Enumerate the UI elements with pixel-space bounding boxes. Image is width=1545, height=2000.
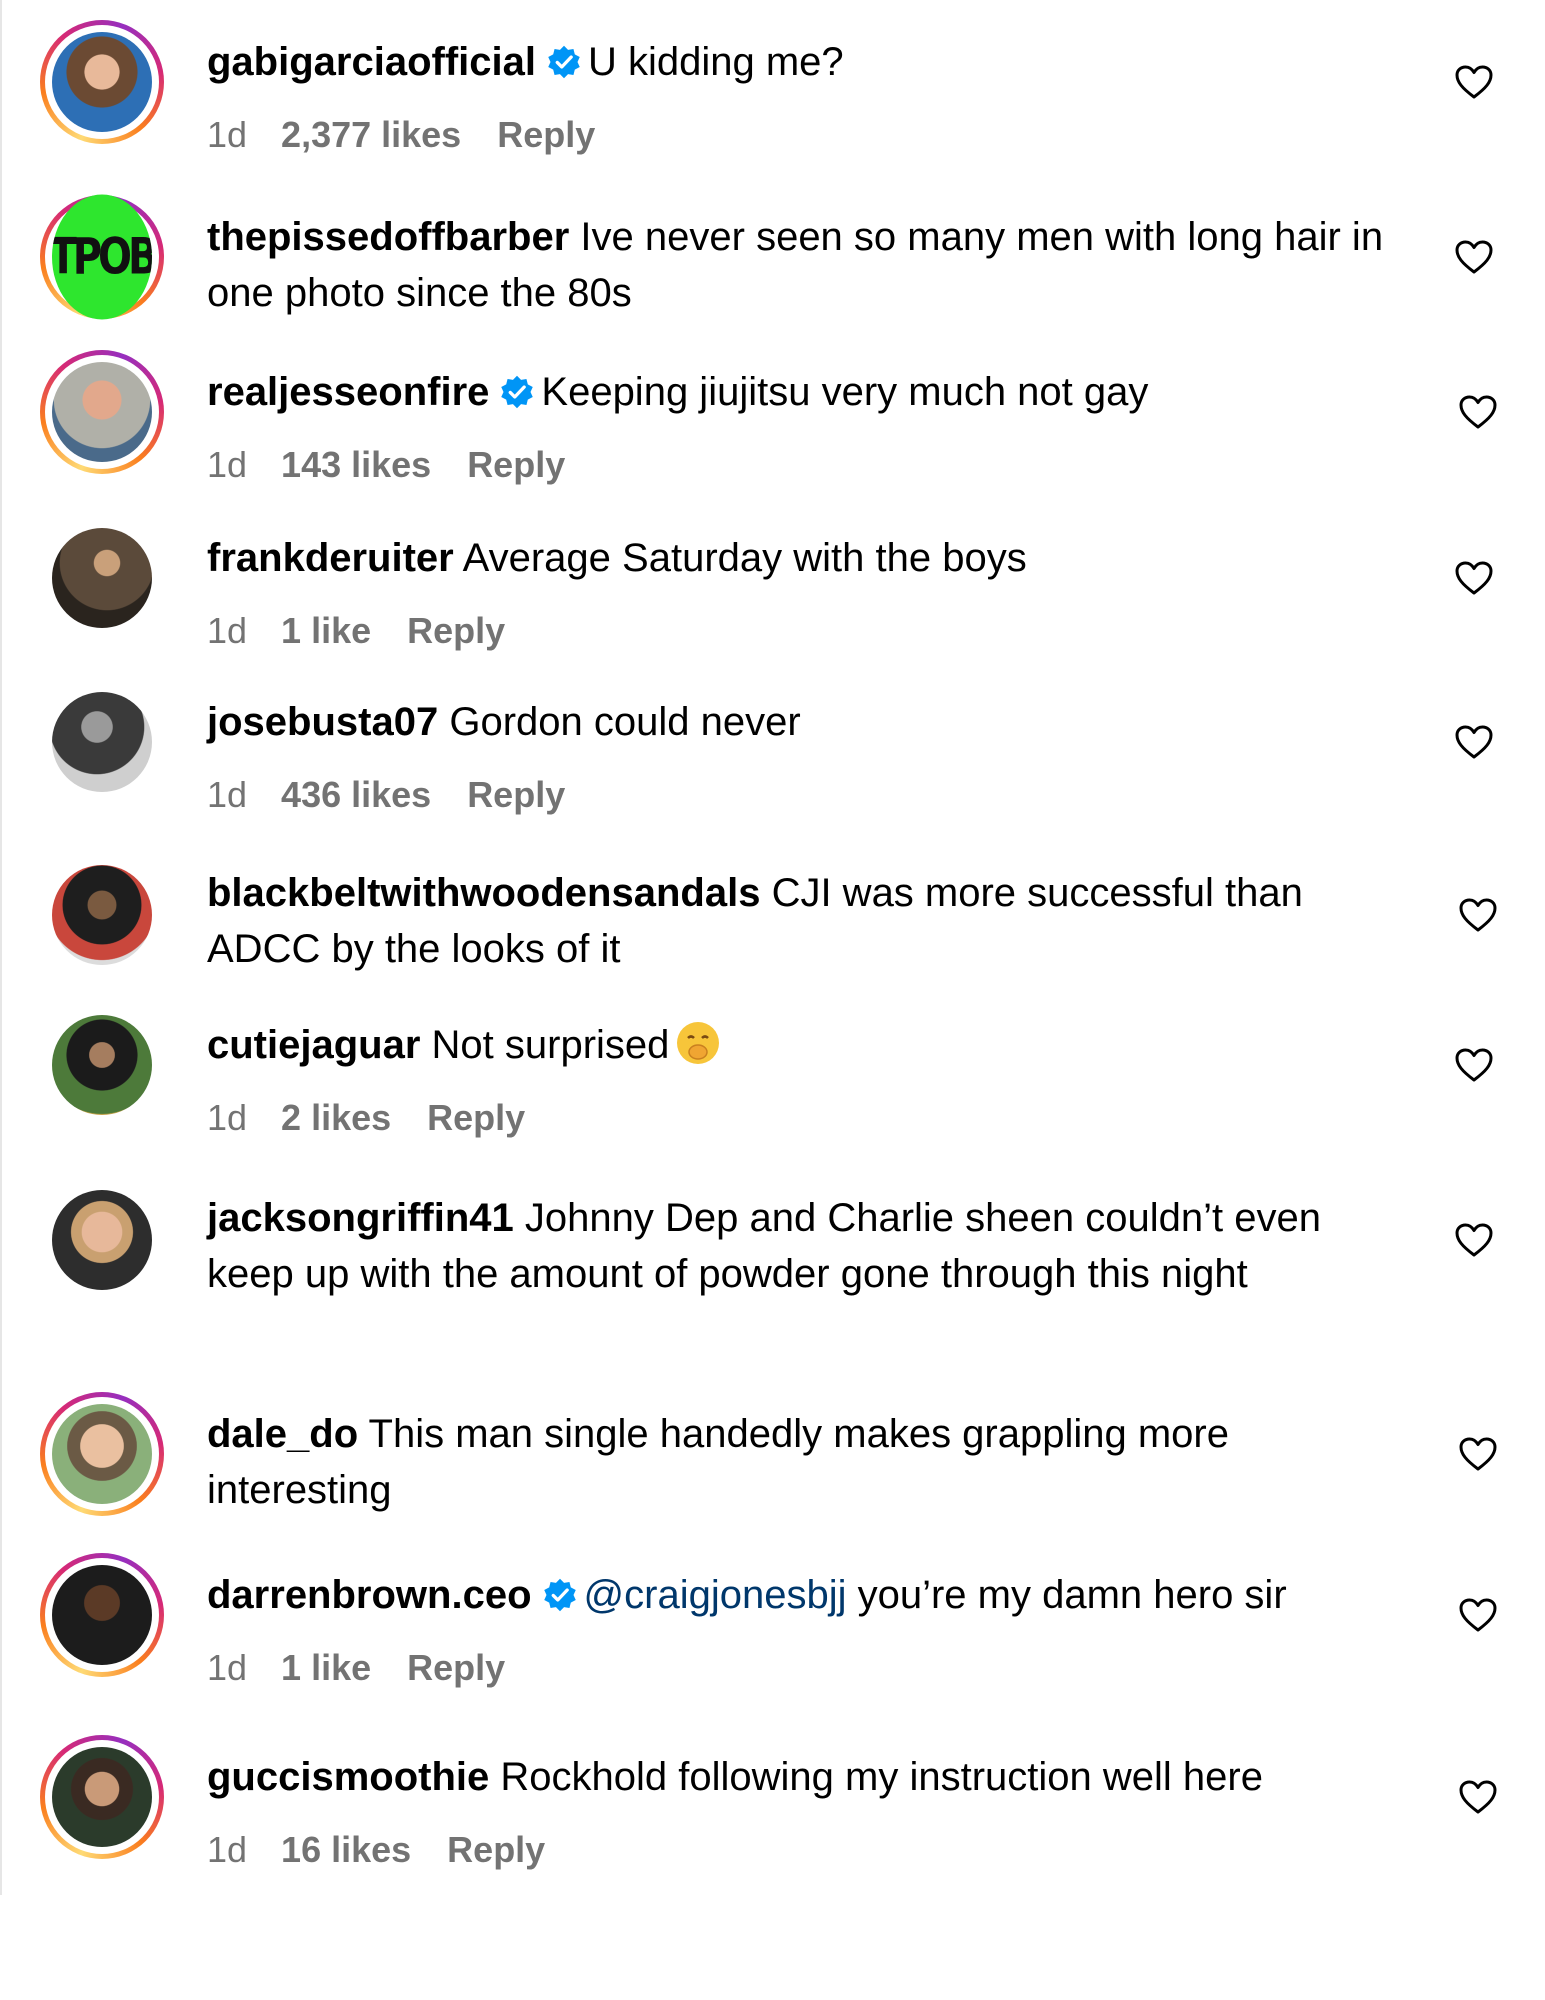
comment-text: Not surprised	[431, 1023, 670, 1067]
comment-likes[interactable]: 436 likes	[281, 774, 431, 815]
reply-button[interactable]: Reply	[497, 114, 595, 155]
heart-outline-icon[interactable]	[1458, 394, 1498, 430]
comment-likes[interactable]: 16 likes	[281, 1829, 411, 1870]
verified-badge-icon	[543, 1578, 576, 1612]
comment-likes[interactable]: 2 likes	[281, 1097, 391, 1138]
verified-badge-icon	[548, 45, 580, 79]
heart-outline-icon[interactable]	[1458, 1779, 1498, 1815]
comment-text: Rockhold following my instruction well h…	[500, 1755, 1263, 1799]
comment-username[interactable]: blackbeltwithwoodensandals	[207, 871, 760, 915]
comment-meta: 1d 1 like Reply	[207, 610, 505, 652]
face-with-hand-over-mouth-emoji	[677, 1022, 720, 1064]
comment-username[interactable]: josebusta07	[207, 700, 438, 744]
avatar[interactable]: TPOB	[40, 194, 164, 320]
heart-outline-icon[interactable]	[1454, 560, 1494, 596]
comment-time: 1d	[207, 1647, 248, 1688]
reply-button[interactable]: Reply	[467, 444, 565, 485]
heart-outline-icon[interactable]	[1458, 1436, 1498, 1472]
comments-panel: gabigarciaofficial U kidding me? 1d 2,377 …	[0, 0, 1545, 1895]
avatar[interactable]	[40, 350, 164, 474]
heart-outline-icon[interactable]	[1454, 239, 1494, 275]
comment-username[interactable]: frankderuiter	[207, 536, 454, 580]
comment-time: 1d	[207, 774, 248, 815]
comment-meta: 1d 2 likes Reply	[207, 1097, 525, 1139]
comment-meta: 1d 143 likes Reply	[207, 444, 565, 486]
reply-button[interactable]: Reply	[467, 774, 565, 815]
comment-text: you’re my damn hero sir	[857, 1573, 1287, 1617]
comment-text: This man single handedly makes grappling…	[207, 1412, 1229, 1512]
heart-outline-icon[interactable]	[1454, 1222, 1494, 1258]
comment-username[interactable]: gabigarciaofficial	[207, 40, 536, 84]
comment-meta: 1d 2,377 likes Reply	[207, 114, 595, 156]
comment-username[interactable]: guccismoothie	[207, 1755, 489, 1799]
avatar[interactable]	[40, 20, 164, 144]
comment-time: 1d	[207, 1829, 248, 1870]
reply-button[interactable]: Reply	[407, 610, 505, 651]
heart-outline-icon[interactable]	[1454, 724, 1494, 760]
heart-outline-icon[interactable]	[1458, 897, 1498, 933]
comment-meta: 1d 1 like Reply	[207, 1647, 505, 1689]
comment-meta: 1d 16 likes Reply	[207, 1829, 545, 1871]
comment-username[interactable]: darrenbrown.ceo	[207, 1573, 532, 1617]
reply-button[interactable]: Reply	[447, 1829, 545, 1870]
comment-text: Gordon could never	[449, 700, 801, 744]
comment-likes[interactable]: 2,377 likes	[281, 114, 461, 155]
comment-text: Average Saturday with the boys	[462, 536, 1027, 580]
avatar-logo: TPOB	[52, 194, 152, 320]
comment-text: U kidding me?	[587, 40, 844, 84]
heart-outline-icon[interactable]	[1454, 64, 1494, 100]
comment-likes[interactable]: 1 like	[281, 610, 371, 651]
comment-username[interactable]: thepissedoffbarber	[207, 215, 569, 259]
avatar[interactable]	[52, 1190, 152, 1290]
comment-meta: 1d 436 likes Reply	[207, 774, 565, 816]
comment-likes[interactable]: 1 like	[281, 1647, 371, 1688]
avatar[interactable]	[40, 1392, 164, 1516]
heart-outline-icon[interactable]	[1454, 1047, 1494, 1083]
comment-username[interactable]: jacksongriffin41	[207, 1196, 514, 1240]
avatar[interactable]	[52, 692, 152, 792]
comment-likes[interactable]: 143 likes	[281, 444, 431, 485]
comment-username[interactable]: dale_do	[207, 1412, 358, 1456]
verified-badge-icon	[501, 375, 534, 409]
avatar[interactable]	[52, 528, 152, 628]
comment-time: 1d	[207, 1097, 248, 1138]
mention-link[interactable]: @craigjonesbjj	[584, 1573, 847, 1617]
avatar[interactable]	[52, 865, 152, 965]
reply-button[interactable]: Reply	[407, 1647, 505, 1688]
reply-button[interactable]: Reply	[427, 1097, 525, 1138]
comment-username[interactable]: realjesseonfire	[207, 370, 489, 414]
avatar[interactable]	[40, 1553, 164, 1677]
avatar[interactable]	[52, 1015, 152, 1115]
comment-time: 1d	[207, 444, 248, 485]
comment-username[interactable]: cutiejaguar	[207, 1023, 420, 1067]
heart-outline-icon[interactable]	[1458, 1597, 1498, 1633]
avatar[interactable]	[40, 1735, 164, 1859]
comment-time: 1d	[207, 610, 248, 651]
comment-time: 1d	[207, 114, 248, 155]
comment-text: Keeping jiujitsu very much not gay	[541, 370, 1149, 414]
